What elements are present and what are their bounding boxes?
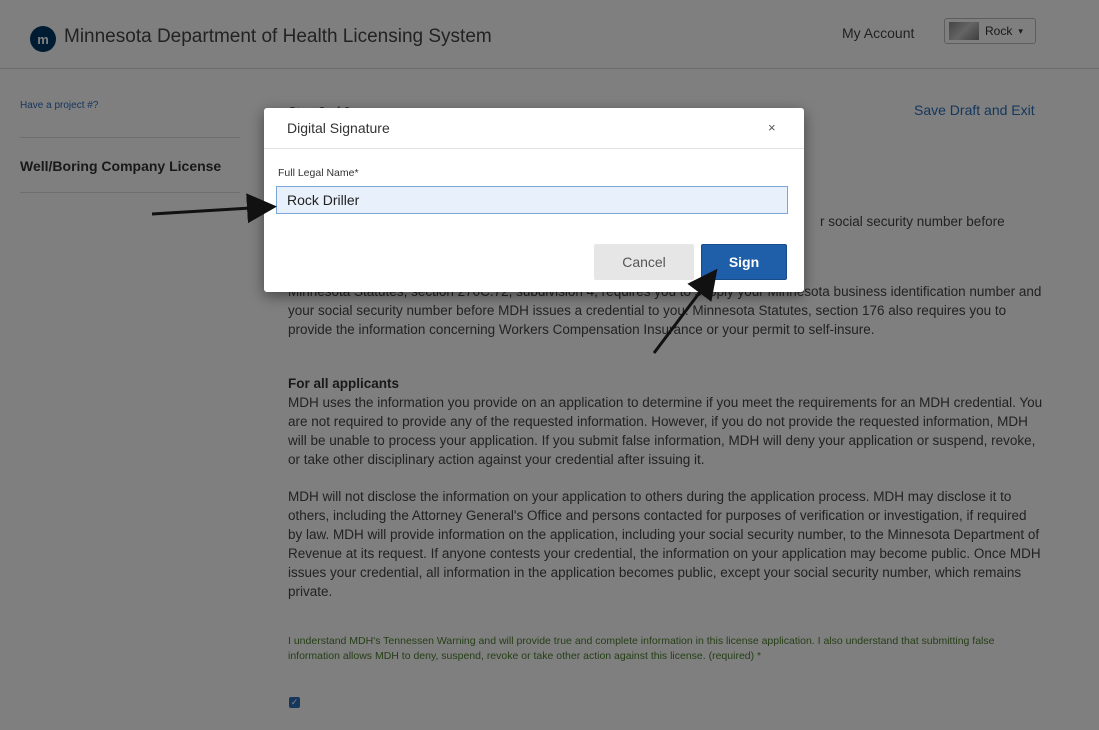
full-legal-name-input[interactable]	[276, 186, 788, 214]
full-legal-name-label: Full Legal Name*	[278, 167, 359, 179]
digital-signature-dialog: Digital Signature × Full Legal Name* Can…	[264, 108, 804, 292]
dialog-title: Digital Signature	[287, 120, 390, 136]
dialog-header: Digital Signature ×	[264, 108, 804, 149]
close-icon[interactable]: ×	[768, 120, 776, 135]
cancel-button[interactable]: Cancel	[594, 244, 694, 280]
sign-button[interactable]: Sign	[701, 244, 787, 280]
